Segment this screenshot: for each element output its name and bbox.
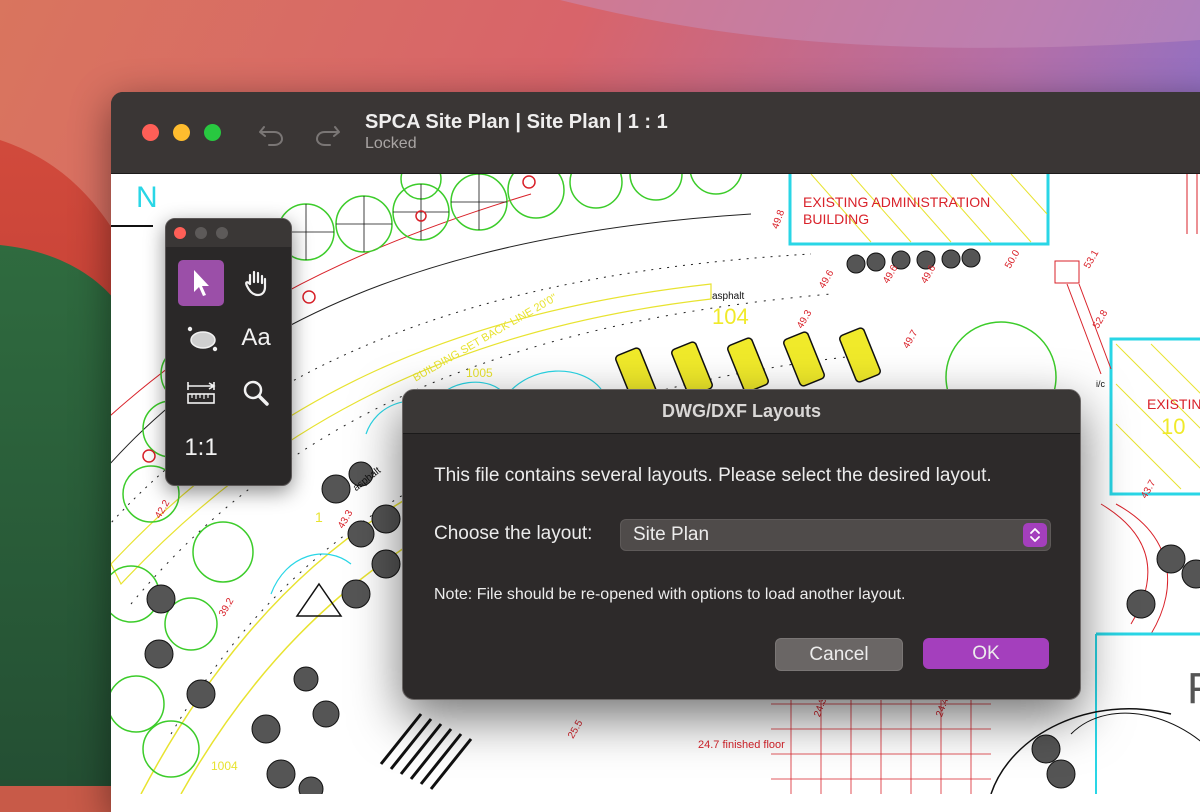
dialog-note: Note: File should be re-opened with opti…: [434, 586, 906, 603]
tool-palette-zoom-button: [216, 227, 228, 239]
select-tool-button[interactable]: [178, 260, 224, 306]
ic-label: i/c: [1096, 379, 1105, 389]
actual-size-label: 1:1: [184, 434, 218, 461]
zoom-tool-button[interactable]: [233, 370, 279, 416]
ok-button[interactable]: OK: [923, 638, 1049, 669]
title-bar: SPCA Site Plan | Site Plan | 1 : 1 Locke…: [111, 92, 1200, 174]
existing-building-label-right: EXISTING: [1147, 396, 1200, 412]
asphalt-label-upper: asphalt: [712, 291, 745, 302]
north-label: N: [136, 181, 158, 214]
tool-palette-minimize-button: [195, 227, 207, 239]
triangle-marker-number: 1: [315, 509, 323, 525]
pan-tool-button[interactable]: [233, 260, 279, 306]
layout-select[interactable]: Site Plan: [620, 519, 1051, 551]
dialog-message: This file contains several layouts. Plea…: [434, 465, 992, 486]
window-subtitle: Locked: [365, 135, 417, 152]
measure-tool-button[interactable]: [178, 370, 224, 416]
cancel-button[interactable]: Cancel: [775, 638, 903, 671]
text-tool-label: Aa: [241, 324, 271, 351]
area-number-104: 104: [712, 304, 749, 329]
minimize-window-button[interactable]: [173, 124, 190, 141]
zoom-window-button[interactable]: [204, 124, 221, 141]
existing-building-number-right: 10: [1161, 414, 1186, 439]
shape-tool-button[interactable]: [178, 315, 224, 361]
area-number-1004: 1004: [211, 759, 238, 773]
tool-palette-close-button[interactable]: [174, 227, 186, 239]
undo-icon[interactable]: [256, 118, 288, 148]
arrow-pointer-icon: [194, 270, 209, 296]
close-window-button[interactable]: [142, 124, 159, 141]
area-number-1005: 1005: [466, 366, 493, 380]
partial-letter-label: F: [1187, 664, 1200, 714]
admin-building-label-line2: BUILDING: [803, 211, 870, 227]
dialog-title: DWG/DXF Layouts: [403, 390, 1080, 434]
redo-icon[interactable]: [313, 118, 345, 148]
text-tool-button[interactable]: Aa: [233, 315, 279, 361]
ruler-icon: [187, 382, 216, 404]
tool-palette-titlebar[interactable]: [166, 219, 291, 247]
tool-palette: Aa 1:1: [165, 218, 292, 486]
ellipse-shape-icon: [187, 326, 218, 352]
finished-floor-label: 24.7 finished floor: [698, 739, 785, 751]
window-title: SPCA Site Plan | Site Plan | 1 : 1: [365, 111, 668, 133]
hand-icon: [245, 270, 267, 297]
layout-select-value: Site Plan: [633, 524, 710, 545]
admin-building-label-line1: EXISTING ADMINISTRATION: [803, 194, 991, 210]
magnifier-icon: [243, 380, 269, 406]
layouts-dialog: DWG/DXF Layouts This file contains sever…: [402, 389, 1081, 700]
select-stepper-icon[interactable]: [1023, 523, 1047, 547]
actual-size-button[interactable]: 1:1: [178, 425, 224, 471]
choose-layout-label: Choose the layout:: [434, 523, 593, 544]
